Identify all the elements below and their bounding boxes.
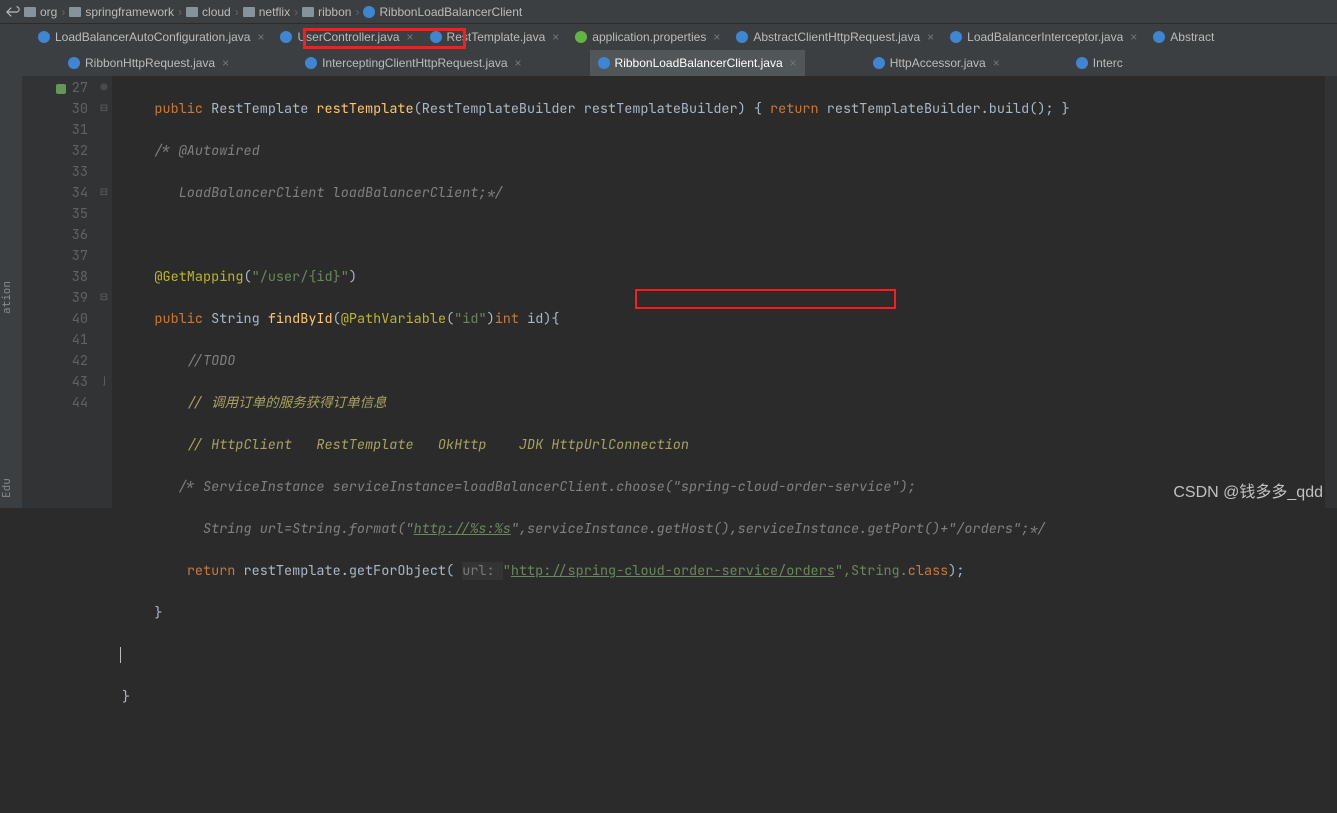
java-file-icon (873, 57, 885, 69)
java-file-icon (280, 31, 292, 43)
side-tool-tabs[interactable]: Edu ation (0, 76, 22, 508)
close-icon[interactable]: × (790, 56, 797, 70)
breadcrumb-item[interactable]: ribbon (302, 5, 351, 19)
code-line (122, 645, 1070, 666)
side-tab[interactable]: Edu (0, 478, 22, 498)
tab-file[interactable]: RibbonHttpRequest.java× (60, 50, 237, 76)
chevron-right-icon: › (178, 5, 182, 19)
fold-column[interactable]: ⊕⊟⊟⊟⌋ (96, 76, 112, 508)
override-icon[interactable] (56, 84, 66, 94)
java-file-icon (1076, 57, 1088, 69)
java-file-icon (305, 57, 317, 69)
code-line: /* @Autowired (122, 141, 1070, 162)
code-line: } (122, 687, 1070, 708)
vertical-scrollbar[interactable] (1325, 76, 1337, 508)
annotation-box (635, 289, 896, 309)
code-content[interactable]: public RestTemplate restTemplate(RestTem… (112, 76, 1070, 508)
folder-icon (69, 7, 81, 17)
breadcrumb-class[interactable]: RibbonLoadBalancerClient (363, 5, 522, 19)
close-icon[interactable]: × (515, 56, 522, 70)
close-icon[interactable]: × (552, 30, 559, 44)
watermark-text: CSDN @钱多多_qdd (1173, 478, 1323, 502)
code-line: return restTemplate.getForObject( url: "… (122, 561, 1070, 582)
tab-file[interactable]: HttpAccessor.java× (865, 50, 1008, 76)
tab-file[interactable]: LoadBalancerInterceptor.java× (942, 24, 1145, 50)
tab-file[interactable]: InterceptingClientHttpRequest.java× (297, 50, 529, 76)
close-icon[interactable]: × (1130, 30, 1137, 44)
code-editor[interactable]: Edu ation 27 303132333435363738394041424… (0, 76, 1337, 508)
code-line (122, 729, 1070, 750)
close-icon[interactable]: × (222, 56, 229, 70)
tab-file[interactable]: LoadBalancerAutoConfiguration.java× (30, 24, 272, 50)
breadcrumb-item[interactable]: springframework (69, 5, 174, 19)
tab-file[interactable]: Interc (1068, 50, 1131, 76)
code-line: public RestTemplate restTemplate(RestTem… (122, 99, 1070, 120)
line-gutter[interactable]: 27 303132333435363738394041424344 (22, 76, 96, 508)
folder-icon (24, 7, 36, 17)
code-line: /* ServiceInstance serviceInstance=loadB… (122, 477, 1070, 498)
java-file-icon (1153, 31, 1165, 43)
chevron-right-icon: › (294, 5, 298, 19)
java-file-icon (736, 31, 748, 43)
class-icon (363, 6, 375, 18)
editor-tabs-row1: LoadBalancerAutoConfiguration.java× User… (0, 24, 1337, 50)
java-file-icon (38, 31, 50, 43)
folder-icon (186, 7, 198, 17)
code-line: // 调用订单的服务获得订单信息 (122, 393, 1070, 414)
side-tab[interactable]: ation (0, 281, 22, 314)
annotation-box (303, 28, 466, 49)
code-line: @GetMapping("/user/{id}") (122, 267, 1070, 288)
tab-file-active[interactable]: RibbonLoadBalancerClient.java× (590, 50, 805, 76)
code-line: } (122, 603, 1070, 624)
breadcrumb-item[interactable]: org (24, 5, 57, 19)
tab-file[interactable]: application.properties× (567, 24, 728, 50)
java-file-icon (68, 57, 80, 69)
caret-icon (120, 647, 126, 663)
breadcrumb: org › springframework › cloud › netflix › ri… (0, 0, 1337, 24)
close-icon[interactable]: × (257, 30, 264, 44)
code-line: //TODO (122, 351, 1070, 372)
chevron-right-icon: › (235, 5, 239, 19)
code-line (122, 225, 1070, 246)
code-line: LoadBalancerClient loadBalancerClient;*/ (122, 183, 1070, 204)
back-icon[interactable] (6, 5, 20, 19)
java-file-icon (950, 31, 962, 43)
close-icon[interactable]: × (993, 56, 1000, 70)
breadcrumb-item[interactable]: netflix (243, 5, 290, 19)
properties-file-icon (575, 31, 587, 43)
close-icon[interactable]: × (713, 30, 720, 44)
java-file-icon (598, 57, 610, 69)
chevron-right-icon: › (61, 5, 65, 19)
breadcrumb-item[interactable]: cloud (186, 5, 231, 19)
code-line: // HttpClient RestTemplate OkHttp JDK Ht… (122, 435, 1070, 456)
tab-file[interactable]: AbstractClientHttpRequest.java× (728, 24, 942, 50)
code-line: String url=String.format("http://%s:%s",… (122, 519, 1070, 540)
editor-tabs-row2: RibbonHttpRequest.java× InterceptingClie… (0, 50, 1337, 76)
tab-file[interactable]: Abstract (1145, 24, 1222, 50)
close-icon[interactable]: × (927, 30, 934, 44)
folder-icon (302, 7, 314, 17)
folder-icon (243, 7, 255, 17)
code-line: public String findById(@PathVariable("id… (122, 309, 1070, 330)
chevron-right-icon: › (355, 5, 359, 19)
